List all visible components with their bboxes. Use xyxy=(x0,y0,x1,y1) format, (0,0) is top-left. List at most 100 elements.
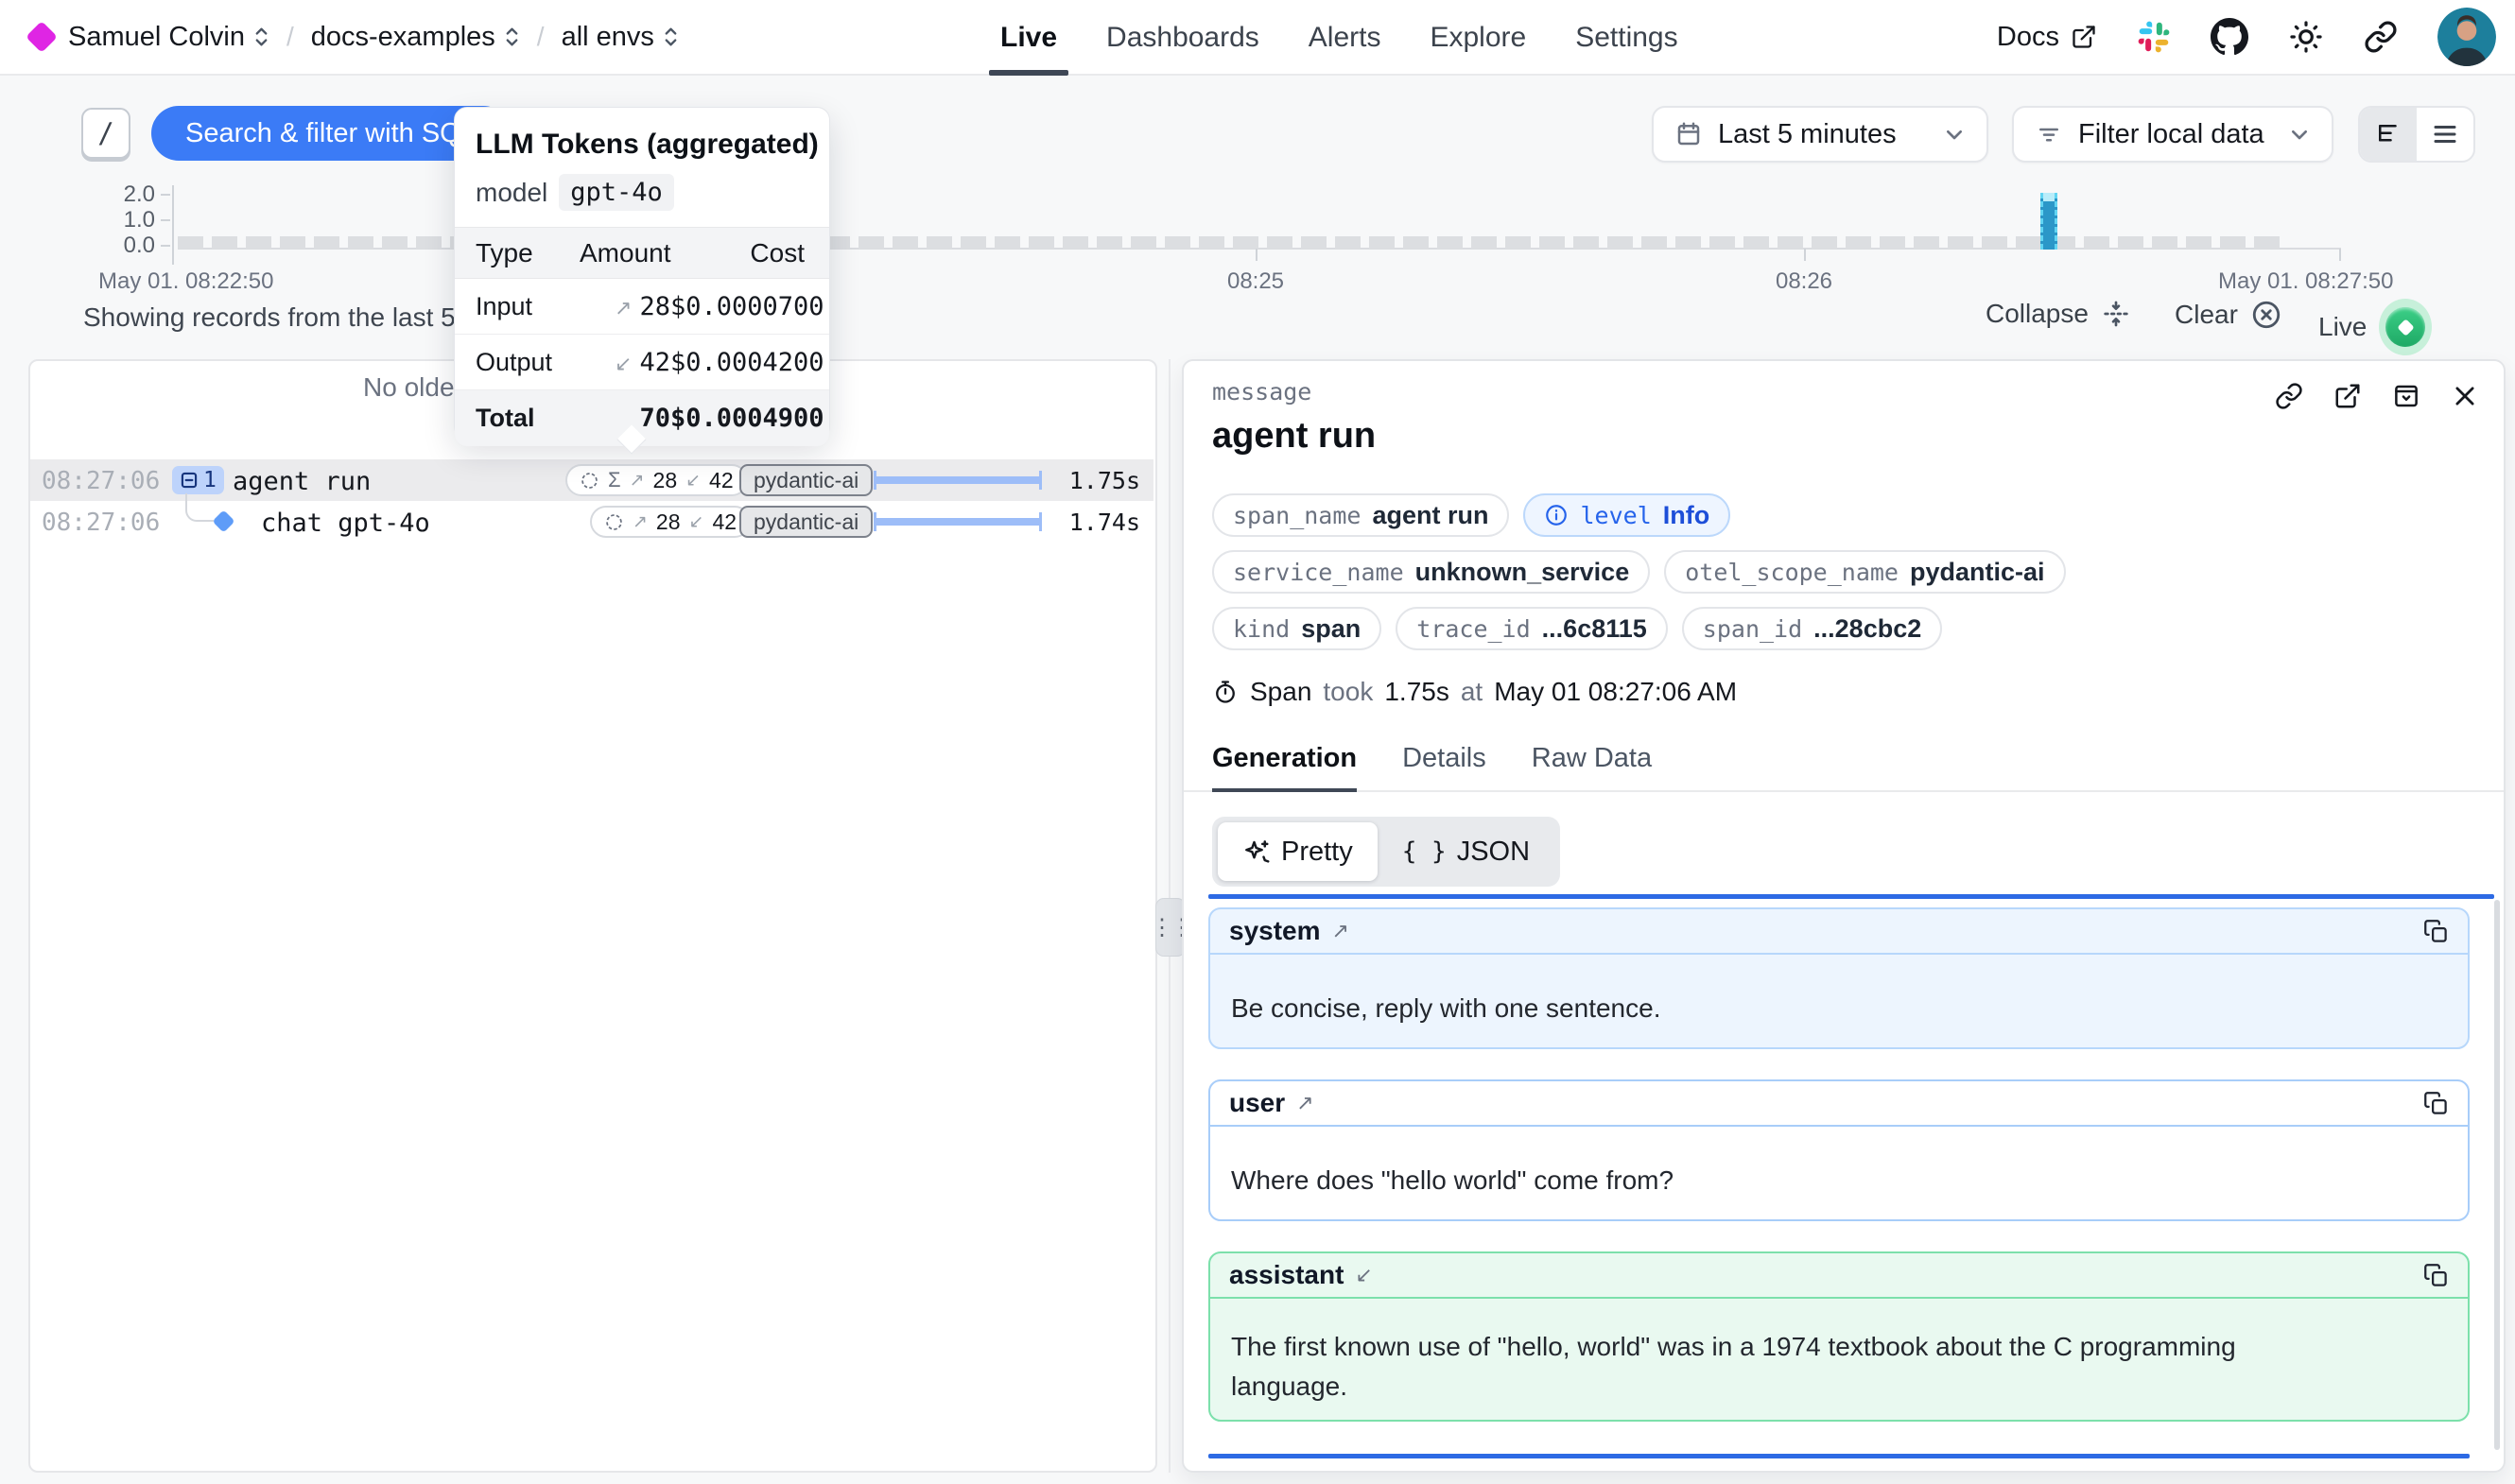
x-tick-label: 08:25 xyxy=(1227,268,1284,295)
user-avatar[interactable] xyxy=(2437,8,2496,66)
copy-button[interactable] xyxy=(2423,919,2449,944)
copy-link-icon[interactable] xyxy=(2275,382,2303,410)
diamond-icon xyxy=(2397,319,2414,336)
tree-connector xyxy=(185,493,214,522)
live-toggle[interactable]: Live xyxy=(2318,299,2432,355)
token-count-pill[interactable]: ↗ 28 ↙ 42 xyxy=(590,506,751,538)
x-tick xyxy=(2339,249,2341,261)
docs-link[interactable]: Docs xyxy=(1997,22,2097,53)
nav-settings[interactable]: Settings xyxy=(1551,0,1702,76)
attr-span-id[interactable]: span_id ...28cbc2 xyxy=(1682,607,1942,650)
tree-view-icon xyxy=(2374,120,2402,148)
top-icons: Docs xyxy=(1997,0,2496,74)
attr-trace-id[interactable]: trace_id ...6c8115 xyxy=(1396,607,1668,650)
y-tick-label: 1.0 xyxy=(87,207,155,233)
scope-tag[interactable]: pydantic-ai xyxy=(739,506,873,538)
message-card-user: user ↗ Where does "hello world" come fro… xyxy=(1208,1079,2470,1221)
span-detail-panel: message agent run span_name agent run le… xyxy=(1182,359,2506,1473)
time-range-selector[interactable]: Last 5 minutes xyxy=(1652,106,1988,163)
model-value: gpt-4o xyxy=(559,174,674,211)
copy-button[interactable] xyxy=(2423,1263,2449,1288)
attr-level[interactable]: level Info xyxy=(1523,493,1730,537)
nav-alerts[interactable]: Alerts xyxy=(1284,0,1406,76)
trace-row-chat-gpt-4o[interactable]: 08:27:06 chat gpt-4o ↗ 28 ↙ 42 pydantic-… xyxy=(30,501,1153,543)
attr-key: service_name xyxy=(1233,559,1404,586)
org-name: Samuel Colvin xyxy=(68,22,245,53)
row-cost: $0.0004200 xyxy=(670,348,824,377)
panel-scrollbar[interactable] xyxy=(2494,900,2500,1450)
trace-list-panel: No older records 08:27:06 1 agent run Σ … xyxy=(28,359,1157,1473)
calendar-icon xyxy=(1674,120,1703,148)
close-icon[interactable] xyxy=(2451,382,2479,410)
live-toggle-button[interactable] xyxy=(2385,307,2425,347)
tokens-row-output: Output ↙42 $0.0004200 xyxy=(455,335,829,390)
message-header: system ↗ xyxy=(1210,909,2468,955)
clear-button[interactable]: Clear xyxy=(2175,299,2282,331)
open-in-new-icon[interactable] xyxy=(2333,382,2362,410)
nav-explore[interactable]: Explore xyxy=(1405,0,1551,76)
message-body: Be concise, reply with one sentence. xyxy=(1210,955,2468,1028)
message-header: assistant ↙ xyxy=(1210,1253,2468,1299)
copy-button[interactable] xyxy=(2423,1091,2449,1116)
tab-details[interactable]: Details xyxy=(1402,743,1486,790)
attr-kind[interactable]: kind span xyxy=(1212,607,1381,650)
duration-text: 1.75s xyxy=(1069,467,1140,494)
render-mode-toggle: Pretty { } JSON xyxy=(1212,817,1560,887)
x-tick xyxy=(1256,249,1258,261)
filter-local-data-button[interactable]: Filter local data xyxy=(2012,106,2333,163)
x-tick-label: May 01. 08:27:50 xyxy=(2218,268,2393,295)
output-arrow-icon: ↙ xyxy=(689,511,704,533)
detail-tabs: Generation Details Raw Data xyxy=(1184,743,2504,792)
input-arrow-icon: ↗ xyxy=(633,511,648,533)
attr-service-name[interactable]: service_name unknown_service xyxy=(1212,550,1650,594)
project-switcher[interactable]: docs-examples xyxy=(311,22,520,53)
collapse-button[interactable]: Collapse xyxy=(1986,299,2131,329)
attr-key: trace_id xyxy=(1416,615,1530,643)
tab-raw-data[interactable]: Raw Data xyxy=(1532,743,1652,790)
token-bar-selected[interactable] xyxy=(2040,193,2057,250)
collapse-count-badge[interactable]: 1 xyxy=(172,466,224,494)
input-arrow-icon: ↗ xyxy=(615,296,632,319)
col-amount: Amount xyxy=(580,238,670,268)
attr-value: span xyxy=(1301,614,1361,644)
org-switcher[interactable]: Samuel Colvin xyxy=(68,22,269,53)
message-body: Where does "hello world" come from? xyxy=(1210,1127,2468,1200)
duration-bar[interactable] xyxy=(874,476,1042,484)
timing-duration: 1.75s xyxy=(1384,677,1449,707)
nav-dashboards[interactable]: Dashboards xyxy=(1082,0,1284,76)
attr-otel-scope-name[interactable]: otel_scope_name pydantic-ai xyxy=(1664,550,2065,594)
chevron-down-icon xyxy=(2288,123,2311,146)
theme-toggle-sun-icon[interactable] xyxy=(2288,19,2324,55)
dock-panel-icon[interactable] xyxy=(2392,382,2420,410)
attr-value: unknown_service xyxy=(1415,558,1630,587)
nav-live[interactable]: Live xyxy=(976,0,1082,76)
y-tick xyxy=(161,194,170,196)
row-label: Output xyxy=(476,348,580,377)
message-body: The first known use of "hello, world" wa… xyxy=(1210,1299,2468,1406)
clear-label: Clear xyxy=(2175,300,2238,330)
breadcrumb-separator: / xyxy=(286,22,294,52)
pretty-toggle[interactable]: Pretty xyxy=(1218,822,1378,881)
time-range-label: Last 5 minutes xyxy=(1718,119,1897,150)
list-view-toggle[interactable] xyxy=(2417,108,2473,161)
share-link-icon[interactable] xyxy=(2364,20,2398,54)
span-diamond-icon xyxy=(212,509,234,532)
scope-tag[interactable]: pydantic-ai xyxy=(739,464,873,496)
token-count-pill[interactable]: Σ ↗ 28 ↙ 42 xyxy=(565,464,748,496)
json-toggle[interactable]: { } JSON xyxy=(1378,822,1554,881)
tree-view-toggle[interactable] xyxy=(2360,108,2417,161)
row-amount: ↗28 xyxy=(580,292,670,321)
chevron-down-icon xyxy=(1943,123,1966,146)
slack-icon[interactable] xyxy=(2137,20,2171,54)
slash-shortcut-key[interactable]: / xyxy=(81,108,130,159)
filter-icon xyxy=(2035,120,2063,148)
duration-bar[interactable] xyxy=(874,518,1042,526)
detail-actions xyxy=(2275,382,2479,410)
tab-generation[interactable]: Generation xyxy=(1212,743,1357,790)
env-switcher[interactable]: all envs xyxy=(562,22,679,53)
nav-alerts-label: Alerts xyxy=(1309,22,1381,54)
github-icon[interactable] xyxy=(2211,18,2248,56)
duration-text: 1.74s xyxy=(1069,509,1140,536)
attr-span-name[interactable]: span_name agent run xyxy=(1212,493,1509,537)
span-name: chat gpt-4o xyxy=(261,509,430,538)
